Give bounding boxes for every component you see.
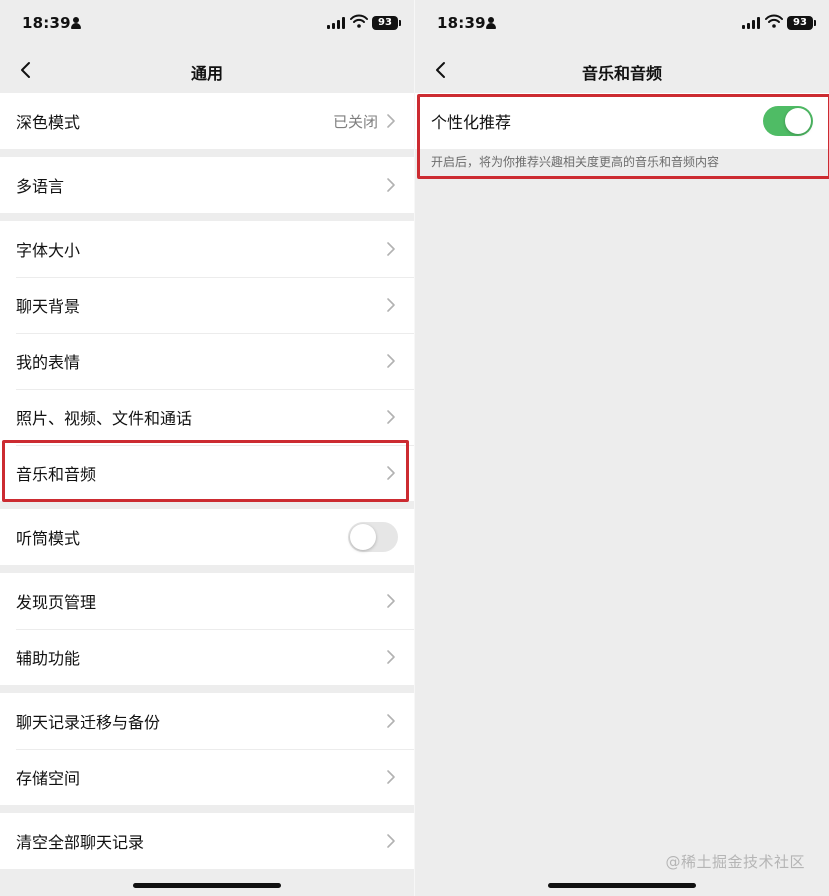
row-label: 存储空间 (16, 769, 81, 788)
settings-row-discover-management[interactable]: 发现页管理 (0, 573, 414, 629)
row-label: 辅助功能 (16, 649, 81, 668)
chevron-right-icon (387, 714, 395, 728)
settings-row-media-files-calls[interactable]: 照片、视频、文件和通话 (0, 389, 414, 445)
settings-group-discover: 发现页管理 辅助功能 (0, 573, 414, 685)
chevron-right-icon (387, 410, 395, 424)
settings-group-earpiece: 听筒模式 (0, 509, 414, 565)
cellular-signal-icon (327, 17, 345, 29)
battery-indicator: 93 (372, 16, 401, 30)
row-label: 字体大小 (16, 241, 81, 260)
settings-row-storage-space[interactable]: 存储空间 (0, 749, 414, 805)
page-title: 通用 (190, 64, 223, 83)
toggle-knob (350, 524, 376, 550)
row-value: 已关闭 (332, 112, 378, 131)
chevron-right-icon (387, 114, 395, 128)
chevron-right-icon (387, 834, 395, 848)
wifi-icon (765, 14, 783, 28)
home-indicator[interactable] (548, 883, 696, 888)
highlight-box-music-audio (2, 440, 409, 502)
row-label: 我的表情 (16, 353, 81, 372)
row-label: 清空全部聊天记录 (16, 833, 145, 852)
row-label: 深色模式 (16, 113, 81, 132)
battery-indicator: 93 (787, 16, 816, 30)
music-audio-screen: 18:39 93 音乐和音频 个性化推荐 开启后，将为你推荐兴趣相关度更高的音乐… (415, 0, 829, 896)
chevron-right-icon (387, 354, 395, 368)
row-label: 发现页管理 (16, 593, 97, 612)
row-label: 多语言 (16, 177, 65, 196)
status-time: 18:39 (22, 14, 71, 32)
settings-group-storage: 聊天记录迁移与备份 存储空间 (0, 693, 414, 805)
settings-row-language[interactable]: 多语言 (0, 157, 414, 213)
watermark: @稀土掘金技术社区 (665, 853, 805, 871)
general-settings-screen: 18:39 93 通用 深色模式 已关闭 多语言 字体大小 聊天背景 我的表情 … (0, 0, 414, 896)
nav-bar: 音乐和音频 (415, 48, 829, 92)
cellular-signal-icon (742, 17, 760, 29)
settings-row-font-size[interactable]: 字体大小 (0, 221, 414, 277)
highlight-box-personalized (417, 94, 829, 179)
settings-row-earpiece-mode: 听筒模式 (0, 509, 414, 565)
settings-group-dark-mode: 深色模式 已关闭 (0, 93, 414, 149)
chevron-right-icon (387, 650, 395, 664)
earpiece-mode-toggle[interactable] (348, 522, 398, 552)
status-bar: 18:39 93 (415, 0, 829, 48)
settings-row-accessibility[interactable]: 辅助功能 (0, 629, 414, 685)
chevron-right-icon (387, 594, 395, 608)
person-icon (70, 17, 82, 29)
row-label: 聊天记录迁移与备份 (16, 713, 161, 732)
settings-group-language: 多语言 (0, 157, 414, 213)
wifi-icon (350, 14, 368, 28)
settings-row-chat-migration-backup[interactable]: 聊天记录迁移与备份 (0, 693, 414, 749)
chevron-right-icon (387, 770, 395, 784)
settings-row-clear-chat-history[interactable]: 清空全部聊天记录 (0, 813, 414, 869)
chevron-right-icon (387, 178, 395, 192)
settings-row-my-stickers[interactable]: 我的表情 (0, 333, 414, 389)
status-time: 18:39 (437, 14, 486, 32)
row-label: 听筒模式 (16, 529, 81, 548)
settings-group-clear: 清空全部聊天记录 (0, 813, 414, 869)
settings-row-chat-background[interactable]: 聊天背景 (0, 277, 414, 333)
page-title: 音乐和音频 (581, 64, 662, 83)
person-icon (485, 17, 497, 29)
chevron-right-icon (387, 242, 395, 256)
chevron-right-icon (387, 298, 395, 312)
row-label: 聊天背景 (16, 297, 81, 316)
home-indicator[interactable] (133, 883, 281, 888)
status-bar: 18:39 93 (0, 0, 414, 48)
settings-row-dark-mode[interactable]: 深色模式 已关闭 (0, 93, 414, 149)
nav-bar: 通用 (0, 48, 414, 92)
row-label: 照片、视频、文件和通话 (16, 409, 193, 428)
